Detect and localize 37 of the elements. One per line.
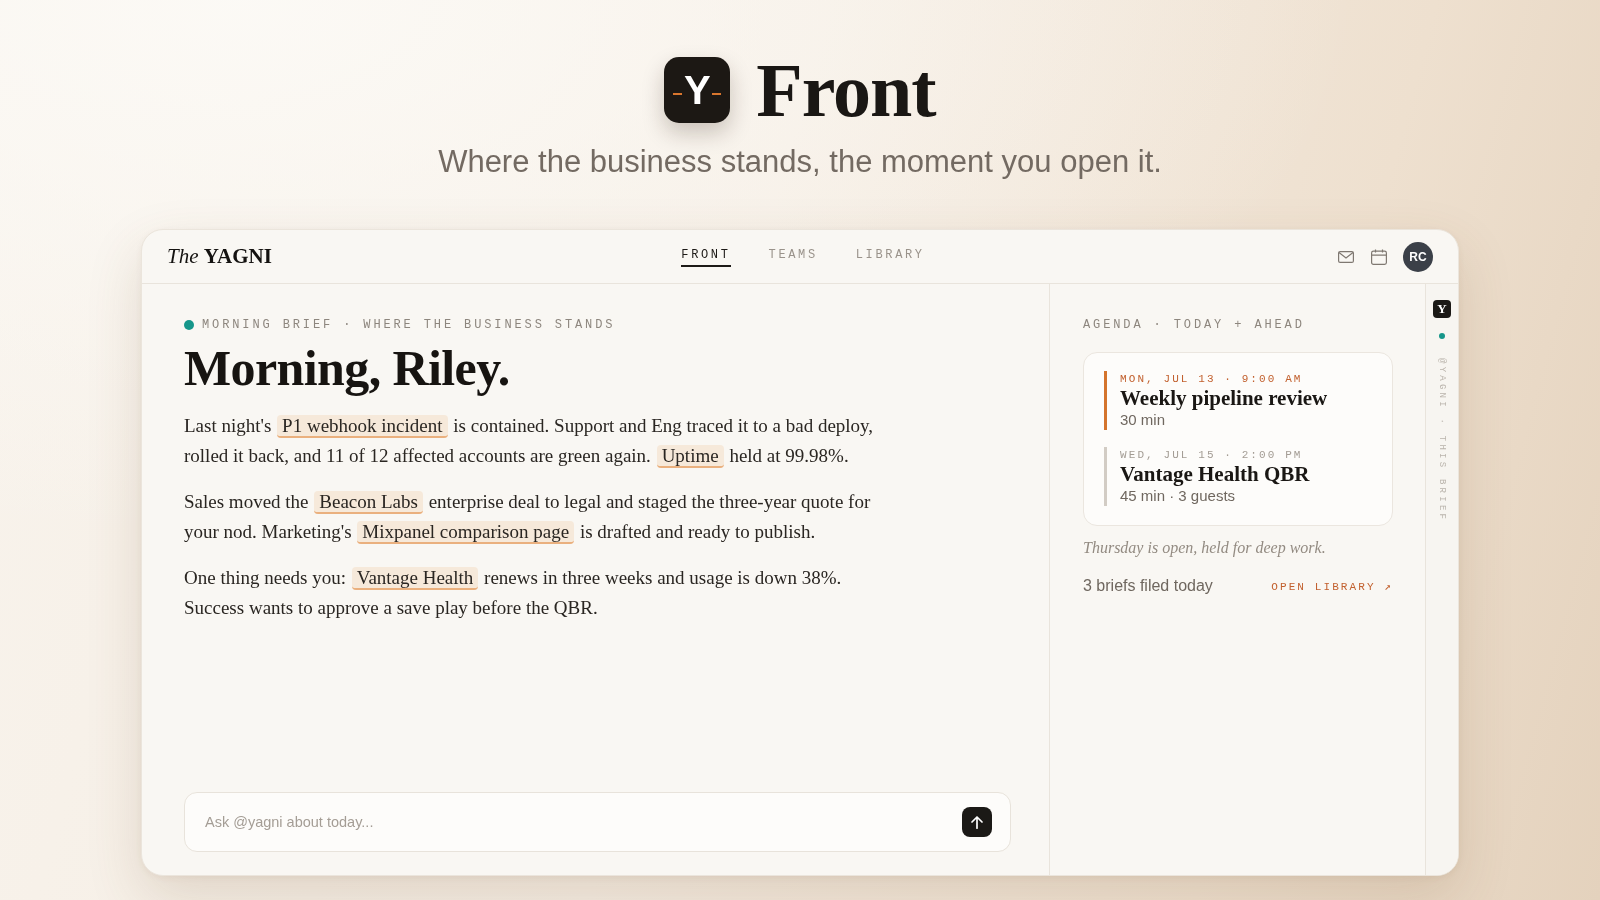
rail-label: @YAGNI · THIS BRIEF <box>1437 358 1447 523</box>
event-details: 30 min <box>1120 410 1167 430</box>
hero-title: Front <box>756 56 936 124</box>
briefs-count: 3 briefs filed today <box>1083 576 1213 596</box>
status-dot-icon <box>1439 333 1445 339</box>
hero-subtitle: Where the business stands, the moment you open it. <box>438 144 1162 180</box>
app-logo: Y <box>664 57 731 123</box>
entity-link[interactable]: Vantage Health <box>351 567 479 590</box>
entity-link[interactable]: P1 webhook incident <box>277 415 448 438</box>
ask-field[interactable]: Ask @yagni about today... <box>184 792 1011 852</box>
event-title: Vantage Health QBR <box>1120 463 1311 486</box>
event-time: MON, JUL 13 · 9:00 AM <box>1120 372 1304 387</box>
event-title: Weekly pipeline review <box>1120 387 1329 410</box>
brief-paragraph: Last night's P1 webhook incident is contained. Support and Eng traced it to a bad deploy, rolled it back, and 11 of 12 affected accounts are green again. Uptime held at 99.98%. <box>184 414 875 470</box>
brief-paragraph: Sales moved the Beacon Labs enterprise deal to legal and staged the three-year quote for your nod. Marketing's Mixpanel comparison page is drafted and ready to publish. <box>184 490 872 546</box>
entity-link[interactable]: Beacon Labs <box>314 491 423 514</box>
entity-link[interactable]: Mixpanel comparison page <box>357 521 575 544</box>
wordmark[interactable]: The YAGNI <box>167 244 272 268</box>
section-eyebrow: MORNING BRIEF · WHERE THE BUSINESS STANDS <box>202 317 616 333</box>
agenda-note: Thursday is open, held for deep work. <box>1083 538 1327 559</box>
status-dot-icon <box>184 320 194 330</box>
entity-link[interactable]: Uptime <box>656 445 724 468</box>
brief-paragraph: One thing needs you: Vantage Health renews in three weeks and usage is down 38%. Success wants to approve a save play before the QBR. <box>184 566 843 620</box>
open-library-link[interactable]: OPEN LIBRARY ↗ <box>1271 579 1393 593</box>
agenda-event[interactable]: WED, JUL 15 · 2:00 PM Vantage Health QBR 45 min · 3 guests <box>1104 447 1372 506</box>
agenda-event[interactable]: MON, JUL 13 · 9:00 AM Weekly pipeline review 30 min <box>1104 371 1372 430</box>
event-time: WED, JUL 15 · 2:00 PM <box>1120 448 1304 463</box>
event-details: 45 min · 3 guests <box>1120 486 1237 506</box>
mail-icon[interactable] <box>1338 250 1354 263</box>
arrow-up-icon <box>971 815 983 829</box>
nav-tab[interactable]: FRONT <box>681 248 731 267</box>
greeting-heading: Morning, Riley. <box>184 339 511 397</box>
avatar[interactable]: RC <box>1403 241 1433 272</box>
section-eyebrow: AGENDA · TODAY + AHEAD <box>1083 317 1306 333</box>
send-button[interactable] <box>962 807 992 837</box>
calendar-icon[interactable] <box>1371 248 1387 265</box>
rail-logo[interactable]: Y <box>1433 300 1451 318</box>
